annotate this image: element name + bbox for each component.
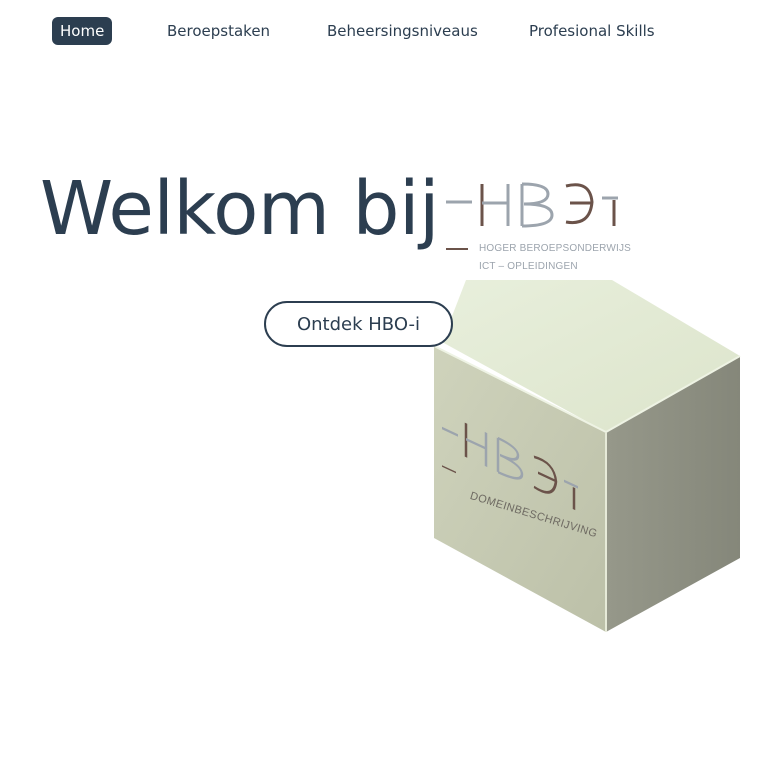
nav-item-profesional-skills[interactable]: Profesional Skills (521, 17, 663, 45)
logo-subtitle-line1: HOGER BEROEPSONDERWIJS (479, 243, 632, 254)
logo-subtitle-line2: ICT – OPLEIDINGEN (479, 261, 578, 272)
hero-title: Welkom bij (40, 166, 440, 252)
nav-item-beheersingsniveaus[interactable]: Beheersingsniveaus (319, 17, 486, 45)
nav-item-home[interactable]: Home (52, 17, 113, 45)
ontdek-hbo-i-button[interactable]: Ontdek HBO-i (264, 301, 453, 347)
nav-item-beroepstaken[interactable]: Beroepstaken (159, 17, 278, 45)
main-nav: Home Beroepstaken Beheersingsniveaus Pro… (0, 17, 769, 45)
domeinbeschrijving-cube-image (433, 280, 741, 632)
